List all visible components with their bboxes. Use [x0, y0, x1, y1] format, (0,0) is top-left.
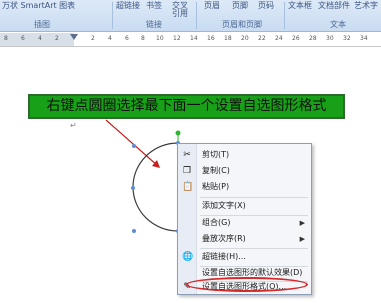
menu-separator — [200, 197, 308, 198]
menu-item-hyperlink[interactable]: 🌐 超链接(H)... — [178, 250, 311, 264]
menu-item-copy[interactable]: ❐ 复制(C) — [178, 164, 311, 178]
callout-arrow-line — [105, 119, 159, 167]
menu-item-add-text[interactable]: 添加文字(X) — [178, 199, 311, 213]
hyperlink-icon: 🌐 — [182, 252, 194, 262]
context-menu: ✂ 剪切(T) ❐ 复制(C) 📋 粘贴(P) 添加文字(X) 组合(G) ▶ … — [177, 143, 312, 295]
rotation-handle[interactable] — [175, 130, 181, 136]
menu-item-cut[interactable]: ✂ 剪切(T) — [178, 148, 311, 162]
menu-item-label: 组合(G) — [202, 218, 231, 227]
menu-item-label: 复制(C) — [202, 166, 230, 175]
resize-handle[interactable] — [132, 144, 136, 148]
resize-handle[interactable] — [131, 186, 135, 190]
menu-item-label: 超链接(H)... — [202, 252, 246, 261]
submenu-arrow-icon: ▶ — [299, 219, 305, 227]
menu-item-label: 粘贴(P) — [202, 182, 230, 191]
highlight-oval — [186, 277, 308, 292]
menu-item-paste[interactable]: 📋 粘贴(P) — [178, 180, 311, 194]
paste-icon: 📋 — [182, 182, 194, 192]
menu-item-group[interactable]: 组合(G) ▶ — [178, 216, 311, 230]
arc-shape[interactable] — [132, 142, 179, 232]
scissors-icon: ✂ — [183, 150, 191, 160]
menu-item-label: 剪切(T) — [202, 150, 230, 159]
menu-item-order[interactable]: 叠放次序(R) ▶ — [178, 232, 311, 246]
resize-handle[interactable] — [132, 229, 136, 233]
copy-icon: ❐ — [182, 166, 192, 176]
menu-separator — [200, 248, 308, 249]
menu-item-label: 叠放次序(R) — [202, 234, 246, 243]
menu-item-label: 添加文字(X) — [202, 201, 246, 210]
submenu-arrow-icon: ▶ — [299, 235, 305, 243]
